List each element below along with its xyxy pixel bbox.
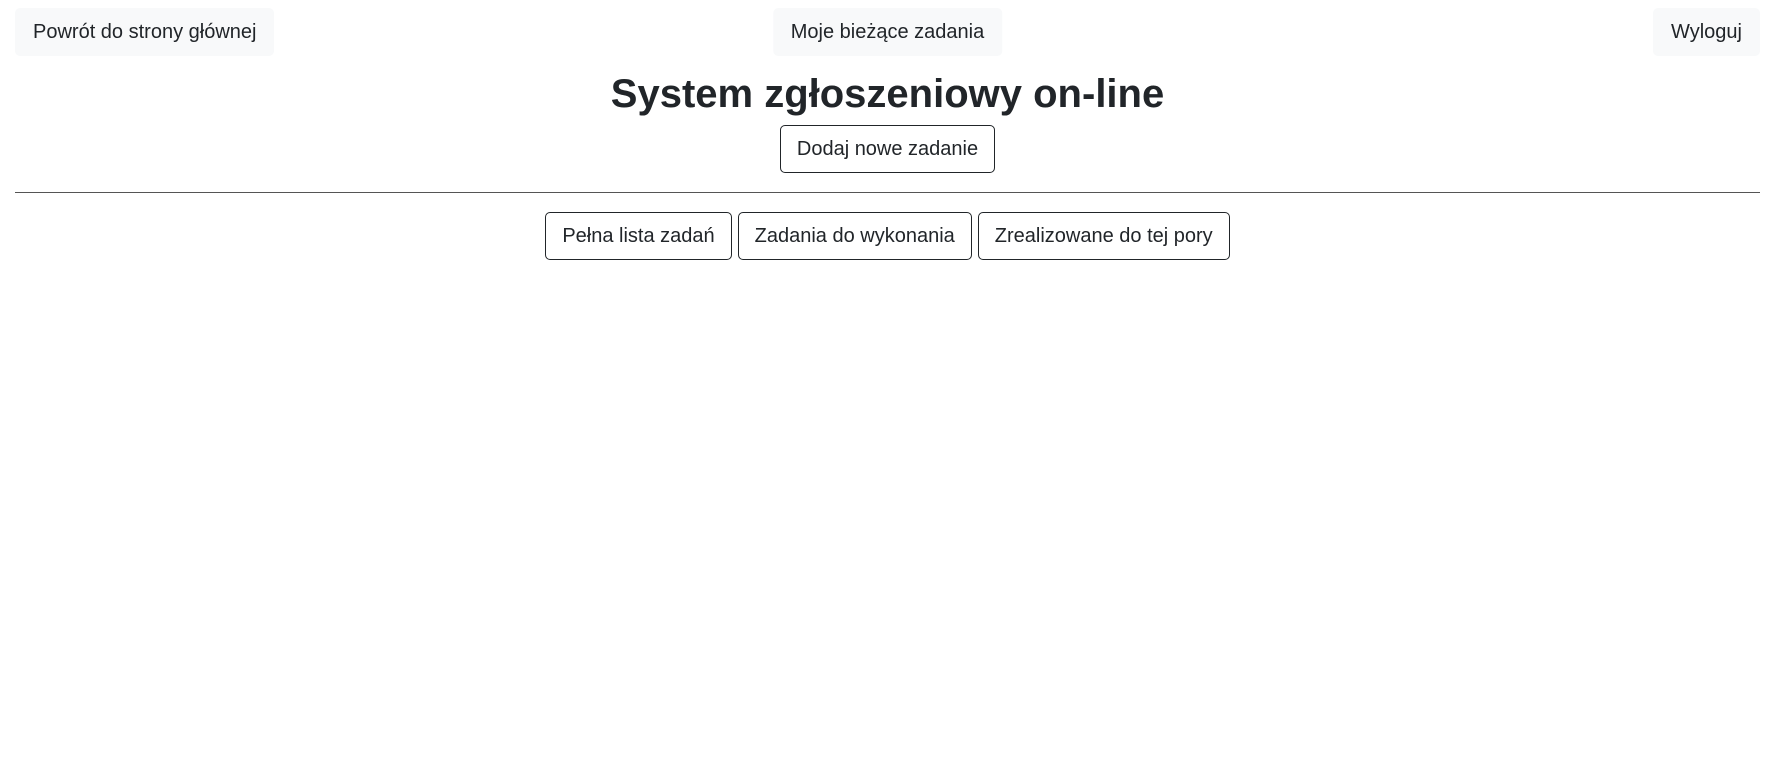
all-tasks-button[interactable]: Pełna lista zadań bbox=[545, 212, 732, 260]
page-title: System zgłoszeniowy on-line bbox=[610, 72, 1165, 116]
my-tasks-button[interactable]: Moje bieżące zadania bbox=[772, 8, 1003, 56]
todo-tasks-button[interactable]: Zadania do wykonania bbox=[737, 212, 972, 260]
task-filter-group: Pełna lista zadań Zadania do wykonania Z… bbox=[0, 212, 1775, 260]
top-navigation: Powrót do strony głównej Moje bieżące za… bbox=[15, 8, 1760, 56]
add-task-button[interactable]: Dodaj nowe zadanie bbox=[779, 125, 996, 173]
add-task-container: Dodaj nowe zadanie bbox=[0, 125, 1775, 173]
completed-tasks-button[interactable]: Zrealizowane do tej pory bbox=[977, 212, 1230, 260]
section-divider bbox=[15, 192, 1760, 193]
home-button[interactable]: Powrót do strony głównej bbox=[15, 8, 275, 56]
logout-button[interactable]: Wyloguj bbox=[1653, 8, 1760, 56]
